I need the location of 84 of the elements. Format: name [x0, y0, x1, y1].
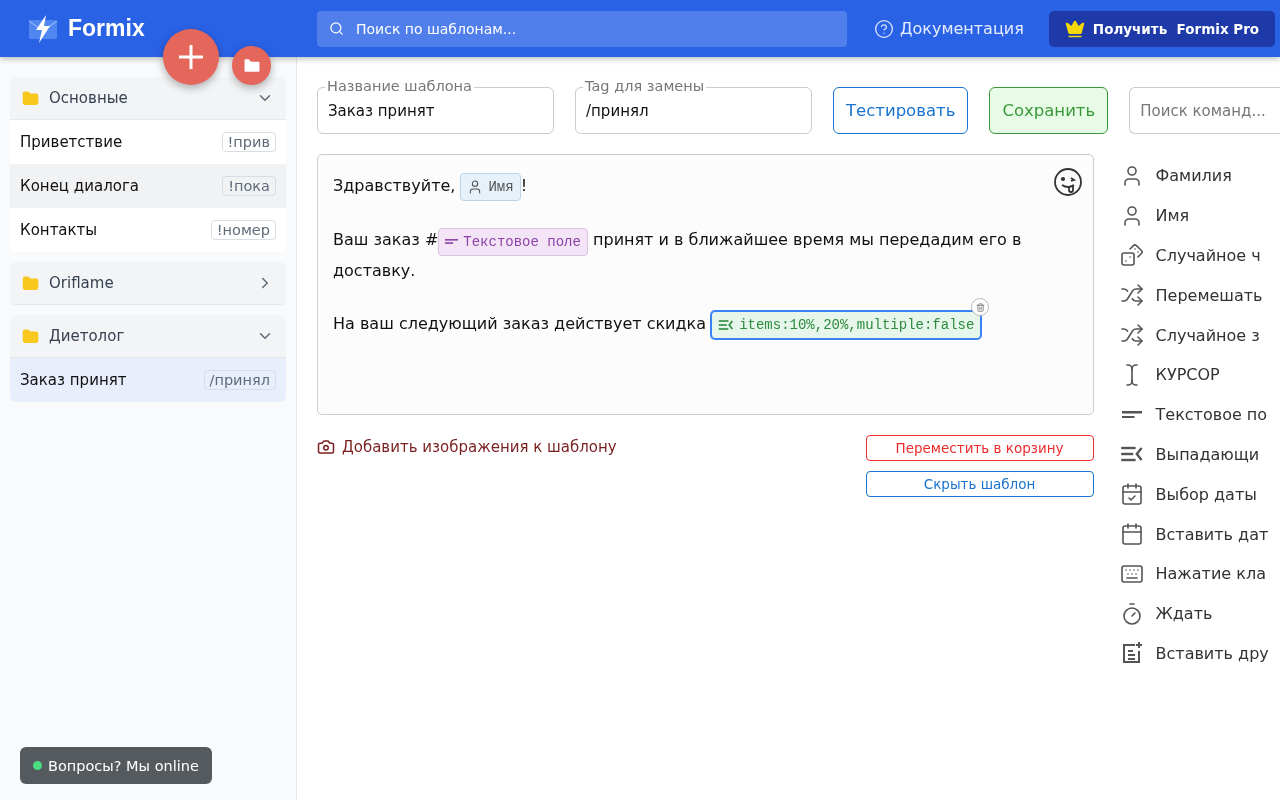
template-tag: !номер — [210, 220, 276, 240]
field-label: Название шаблона — [325, 78, 474, 94]
command-label: Случайное ч — [1155, 246, 1261, 265]
template-title: Конец диалога — [20, 177, 139, 195]
command-label: Случайное з — [1155, 325, 1260, 345]
variable-chip[interactable]: Текстовое поле — [438, 227, 588, 256]
template-tag: /принял — [203, 370, 276, 390]
command-item[interactable]: Вставить дат — [1113, 514, 1280, 554]
folder-name: Oriflame — [49, 274, 115, 292]
command-label: Выпадающи — [1155, 444, 1260, 464]
shuffle-icon — [1119, 323, 1144, 348]
editor-text: На ваш следующий заказ действует скидка — [333, 313, 708, 333]
command-label: Ждать — [1155, 604, 1213, 624]
editor-text: доставку. — [333, 260, 416, 280]
folder-name: Основные — [49, 89, 129, 107]
command-label: Имя — [1155, 206, 1190, 226]
command-label: Фамилия — [1155, 166, 1232, 186]
editor-text: принят и в ближайшее время мы передадим его в — [592, 230, 1022, 250]
folder-name: Диетолог — [49, 327, 126, 345]
calendar-check-icon — [1119, 482, 1144, 507]
command-item[interactable]: Имя — [1113, 195, 1280, 236]
emoji-icon[interactable] — [1052, 167, 1083, 197]
folder-icon — [22, 274, 39, 292]
command-item[interactable]: Перемешать — [1113, 275, 1280, 316]
command-search-field[interactable]: Поиск команд... — [1129, 87, 1280, 134]
command-label: Перемешать — [1155, 285, 1263, 305]
command-item[interactable]: Фамилия — [1113, 156, 1280, 196]
folder-header[interactable]: Oriflame — [10, 262, 286, 305]
command-item[interactable]: Ждать — [1113, 593, 1280, 634]
shuffle-icon — [1119, 283, 1144, 308]
template-tag: !пока — [222, 176, 276, 196]
variable-chip[interactable]: Имя — [460, 173, 521, 202]
crown-icon — [1064, 18, 1085, 39]
command-item[interactable]: Выбор даты — [1113, 474, 1280, 515]
template-tag: !прив — [221, 132, 276, 152]
command-item[interactable]: Вставить дру — [1113, 633, 1280, 674]
hide-button[interactable]: Скрыть шаблон — [865, 471, 1094, 497]
editor-text: Здравствуйте, — [333, 176, 457, 195]
chat-label: Вопросы? Мы online — [48, 757, 199, 774]
test-button[interactable]: Тестировать — [833, 87, 969, 134]
command-label: Вставить дру — [1155, 643, 1269, 663]
template-item[interactable]: Конец диалога !пока — [10, 164, 286, 208]
search-input[interactable]: Поиск по шаблонам... — [354, 19, 835, 38]
template-editor[interactable]: Здравствуйте, Имя ! Ваш заказ # Текстовое поле принят и в ближайшее время мы передадим его в доставку. На ваш следующий заказ действует скидка items:10%,20%,multiple:false — [317, 154, 1094, 415]
folder-header[interactable]: Основные — [10, 77, 286, 120]
command-item[interactable]: Текстовое по — [1113, 394, 1280, 435]
text-lines-icon — [1121, 410, 1142, 419]
dice-icon — [1119, 243, 1144, 268]
camera-icon — [317, 438, 335, 456]
template-title: Контакты — [20, 221, 98, 239]
command-item[interactable]: Случайное ч — [1113, 235, 1280, 276]
editor-text: ! — [520, 176, 528, 195]
folder-icon — [22, 89, 39, 107]
template-title: Заказ принят — [20, 371, 127, 389]
documentation-link[interactable]: Документация — [874, 18, 1024, 39]
command-label: КУРСОР — [1155, 365, 1220, 385]
template-item[interactable]: Заказ принят /принял — [10, 358, 286, 402]
command-item[interactable]: Случайное з — [1113, 315, 1280, 355]
command-item[interactable]: Нажатие кла — [1113, 553, 1280, 594]
template-title: Приветствие — [20, 133, 123, 151]
folder-icon — [22, 327, 39, 345]
plus-icon — [179, 45, 203, 69]
editor-text: Ваш заказ # — [333, 230, 439, 250]
variable-chip[interactable]: items:10%,20%,multiple:false — [711, 310, 982, 339]
command-label: Вставить дат — [1155, 524, 1269, 544]
app-logo: Formix — [68, 15, 145, 42]
search-icon — [329, 21, 344, 36]
logo-icon — [28, 14, 58, 43]
command-label: Нажатие кла — [1155, 564, 1266, 584]
text-lines-icon — [445, 239, 459, 244]
field-label: Tag для замены — [583, 78, 707, 94]
command-item[interactable]: КУРСОР — [1113, 355, 1280, 395]
trash-button[interactable]: Переместить в корзину — [865, 435, 1094, 461]
chat-badge[interactable]: Вопросы? Мы online — [20, 747, 212, 784]
calendar-icon — [1119, 522, 1144, 547]
command-item[interactable]: Выпадающи — [1113, 434, 1280, 475]
help-icon — [874, 18, 894, 39]
folder-header[interactable]: Диетолог — [10, 315, 286, 358]
delete-icon[interactable] — [971, 298, 990, 317]
command-label: Текстовое по — [1155, 405, 1268, 425]
add-images-link[interactable]: Добавить изображения к шаблону — [317, 435, 617, 459]
search-field[interactable]: Поиск по шаблонам... — [317, 10, 847, 47]
get-pro-button[interactable]: Получить Formix Pro — [1048, 10, 1276, 47]
command-label: Выбор даты — [1155, 484, 1257, 504]
